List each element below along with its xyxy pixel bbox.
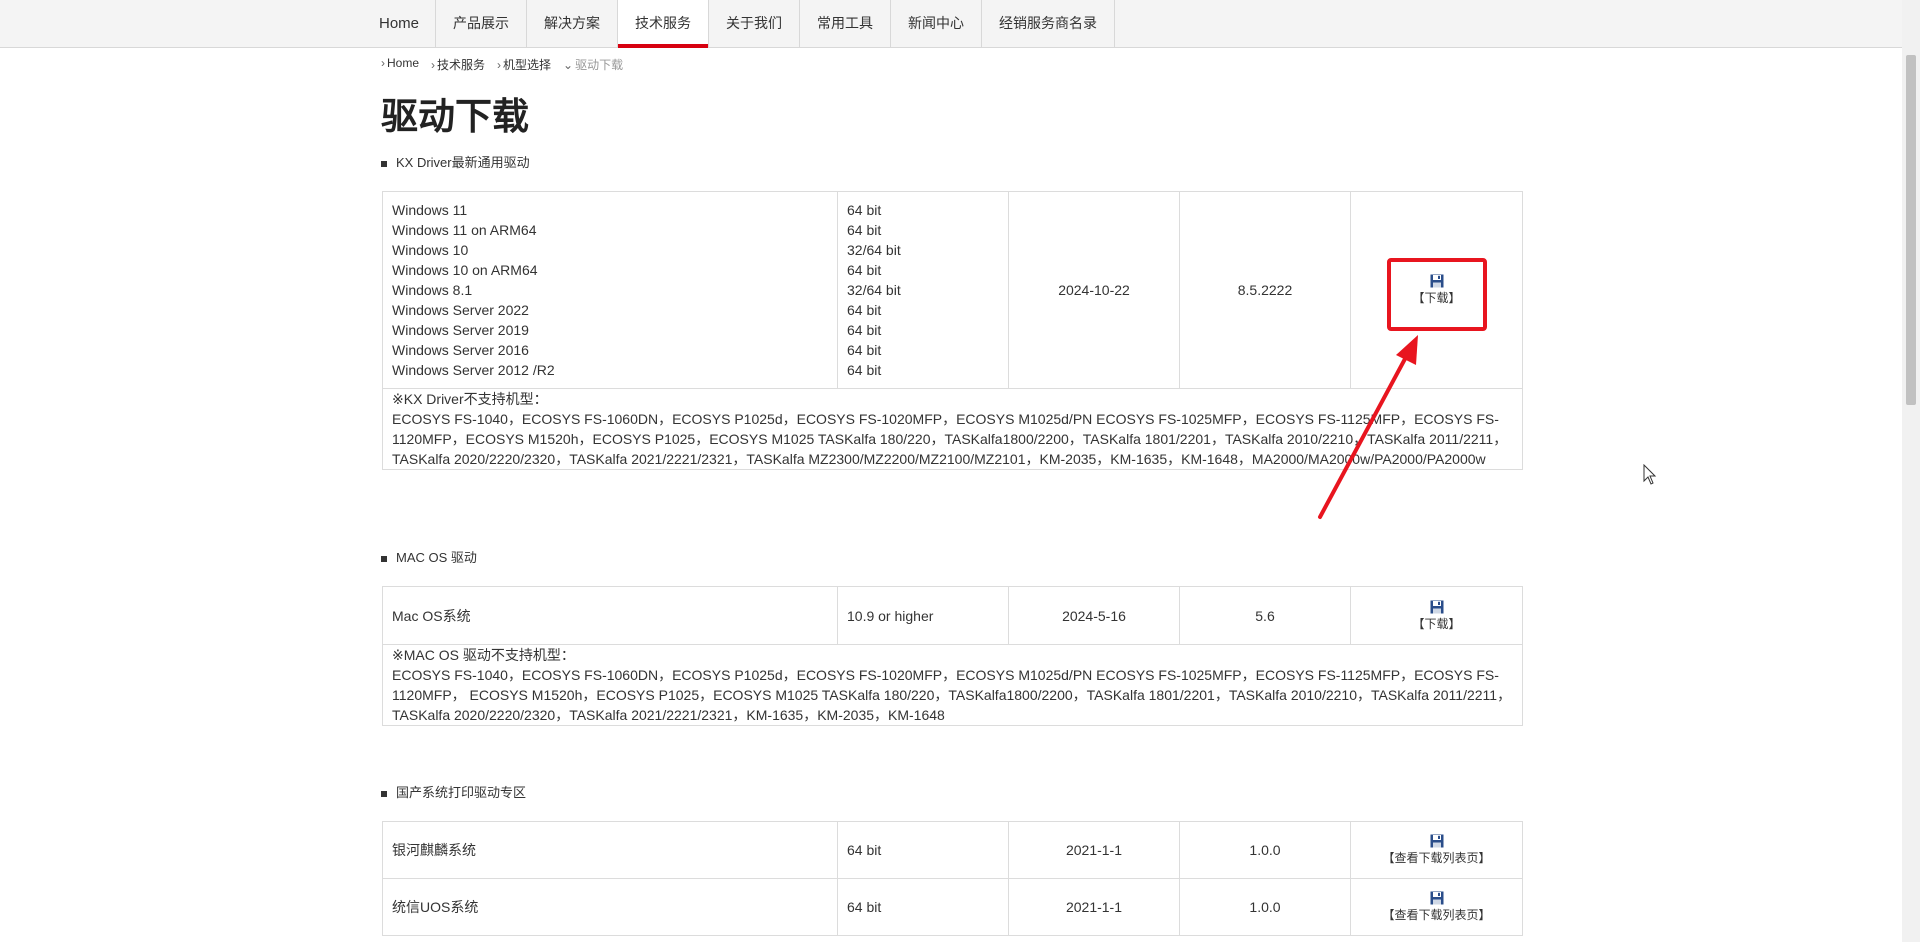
- red-arrow-icon: [1318, 335, 1418, 519]
- version: 5.6: [1179, 586, 1351, 645]
- breadcrumb-home[interactable]: Home: [381, 56, 419, 73]
- section-heading-mac-text: MAC OS 驱动: [396, 550, 477, 565]
- os-item: Windows Server 2016: [392, 342, 529, 358]
- download-list-button[interactable]: 【查看下载列表页】: [1360, 834, 1513, 866]
- download-list-label[interactable]: 【查看下载列表页】: [1382, 851, 1490, 865]
- nav-item-tools[interactable]: 常用工具: [800, 0, 892, 47]
- bit-item: 32/64 bit: [847, 282, 901, 298]
- release-date: 2024-5-16: [1008, 586, 1180, 645]
- bit-item: 64 bit: [847, 202, 882, 218]
- os-cell: 银河麒麟系统: [382, 821, 838, 879]
- nav-list: Home 产品展示 解决方案 技术服务 关于我们 常用工具 新闻中心 经销服务商…: [367, 0, 1116, 48]
- note-title: ※MAC OS 驱动不支持机型：: [392, 647, 575, 663]
- unsupported-models-note: ※MAC OS 驱动不支持机型： ECOSYS FS-1040，ECOSYS F…: [382, 644, 1523, 726]
- mac-driver-table: Mac OS系统 10.9 or higher 2024-5-16 5.6 【下…: [382, 586, 1523, 726]
- download-cell: 【下载】: [1350, 586, 1523, 645]
- os-list: Windows 11 Windows 11 on ARM64 Windows 1…: [392, 200, 828, 380]
- nav-item-home[interactable]: Home: [367, 0, 437, 47]
- bit-item: 64 bit: [847, 362, 882, 378]
- note-text: ECOSYS FS-1040，ECOSYS FS-1060DN，ECOSYS P…: [392, 667, 1512, 723]
- os-item: Windows Server 2022: [392, 302, 529, 318]
- table-row: ※MAC OS 驱动不支持机型： ECOSYS FS-1040，ECOSYS F…: [382, 644, 1523, 726]
- section-heading-domestic-text: 国产系统打印驱动专区: [396, 785, 527, 800]
- os-item: Windows 11: [392, 202, 468, 218]
- release-date: 2021-1-1: [1008, 821, 1180, 879]
- nav-item-dealers[interactable]: 经销服务商名录: [982, 0, 1116, 47]
- bit-item: 64 bit: [847, 302, 882, 318]
- floppy-disk-icon: [1430, 600, 1443, 613]
- download-button[interactable]: 【下载】: [1360, 600, 1513, 632]
- section-heading-domestic: 国产系统打印驱动专区: [381, 782, 526, 801]
- download-cell: 【查看下载列表页】: [1350, 821, 1523, 879]
- nav-item-products[interactable]: 产品展示: [436, 0, 528, 47]
- os-cell: 统信UOS系统: [382, 878, 838, 936]
- top-navigation-bar: Home 产品展示 解决方案 技术服务 关于我们 常用工具 新闻中心 经销服务商…: [0, 0, 1902, 48]
- bit-item: 32/64 bit: [847, 242, 901, 258]
- section-heading-mac: MAC OS 驱动: [381, 547, 477, 566]
- page-title: 驱动下载: [381, 96, 529, 137]
- bit-cell: 64 bit: [837, 821, 1009, 879]
- table-row: Mac OS系统 10.9 or higher 2024-5-16 5.6 【下…: [382, 586, 1523, 645]
- os-item: Windows 11 on ARM64: [392, 222, 537, 238]
- bit-item: 64 bit: [847, 262, 882, 278]
- os-cell: Mac OS系统: [382, 586, 838, 645]
- page-scrollbar[interactable]: [1902, 0, 1920, 942]
- section-heading-kx: KX Driver最新通用驱动: [381, 152, 530, 171]
- section-heading-kx-text: KX Driver最新通用驱动: [396, 155, 530, 170]
- os-item: Windows Server 2012 /R2: [392, 362, 555, 378]
- version: 1.0.0: [1179, 878, 1351, 936]
- bit-list-cell: 64 bit 64 bit 32/64 bit 64 bit 32/64 bit…: [837, 191, 1009, 389]
- breadcrumb-current: 驱动下载: [563, 56, 623, 73]
- square-bullet-icon: [381, 555, 387, 562]
- os-item: Windows 10 on ARM64: [392, 262, 538, 278]
- os-list-cell: Windows 11 Windows 11 on ARM64 Windows 1…: [382, 191, 838, 389]
- nav-item-about[interactable]: 关于我们: [709, 0, 801, 47]
- download-label[interactable]: 【下载】: [1412, 617, 1460, 631]
- release-date: 2024-10-22: [1008, 191, 1180, 389]
- breadcrumb: Home 技术服务 机型选择 驱动下载: [381, 56, 623, 73]
- table-row: 统信UOS系统 64 bit 2021-1-1 1.0.0 【查看下载列表页】: [382, 878, 1523, 936]
- domestic-driver-table: 银河麒麟系统 64 bit 2021-1-1 1.0.0 【查看下载列表页】 统…: [382, 821, 1523, 936]
- nav-item-solutions[interactable]: 解决方案: [527, 0, 619, 47]
- bit-item: 64 bit: [847, 342, 882, 358]
- os-item: Windows Server 2019: [392, 322, 529, 338]
- scrollbar-thumb[interactable]: [1906, 55, 1916, 405]
- bit-cell: 64 bit: [837, 878, 1009, 936]
- table-row: 银河麒麟系统 64 bit 2021-1-1 1.0.0 【查看下载列表页】: [382, 821, 1523, 879]
- download-list-button[interactable]: 【查看下载列表页】: [1360, 891, 1513, 923]
- breadcrumb-model-select[interactable]: 机型选择: [497, 56, 551, 73]
- floppy-disk-icon: [1430, 891, 1443, 905]
- download-cell: 【查看下载列表页】: [1350, 878, 1523, 936]
- mouse-cursor-icon: [1643, 464, 1657, 485]
- bit-list: 64 bit 64 bit 32/64 bit 64 bit 32/64 bit…: [847, 200, 999, 380]
- square-bullet-icon: [381, 160, 387, 167]
- download-list-label[interactable]: 【查看下载列表页】: [1382, 908, 1490, 922]
- nav-item-news[interactable]: 新闻中心: [891, 0, 983, 47]
- breadcrumb-tech-service[interactable]: 技术服务: [431, 56, 485, 73]
- release-date: 2021-1-1: [1008, 878, 1180, 936]
- floppy-disk-icon: [1430, 834, 1443, 848]
- bit-item: 64 bit: [847, 222, 882, 238]
- bit-item: 64 bit: [847, 322, 882, 338]
- nav-item-tech-service[interactable]: 技术服务: [618, 0, 710, 48]
- os-item: Windows 8.1: [392, 282, 473, 298]
- requirement-cell: 10.9 or higher: [837, 586, 1009, 645]
- os-item: Windows 10: [392, 242, 469, 258]
- highlight-box: [1387, 258, 1487, 331]
- version: 1.0.0: [1179, 821, 1351, 879]
- square-bullet-icon: [381, 790, 387, 797]
